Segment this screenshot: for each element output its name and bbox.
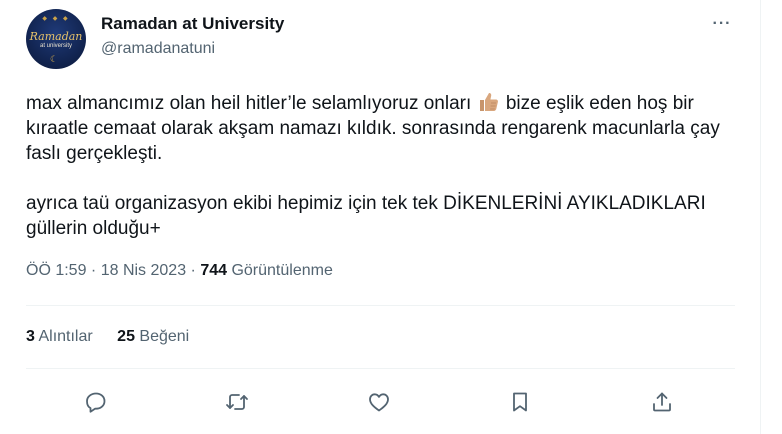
tweet-card: ◆ ◆ ◆ Ramadan at university ☾ Ramadan at… <box>0 0 761 434</box>
quotes-label: Alıntılar <box>34 328 93 345</box>
heart-icon <box>369 393 389 412</box>
tweet-paragraph-2: ayrıca taü organizasyon ekibi hepimiz iç… <box>26 193 706 239</box>
reply-button[interactable] <box>77 383 115 421</box>
crescent-icon: ☾ <box>50 54 59 64</box>
views-label: Görüntülenme <box>227 262 333 279</box>
tweet-line-1-start: max almancımız olan heil hitler’le selam… <box>26 93 477 114</box>
divider <box>26 368 735 369</box>
likes-label: Beğeni <box>134 328 190 345</box>
divider <box>26 305 735 306</box>
avatar-subtitle: at university <box>39 43 72 49</box>
action-bar <box>0 383 760 421</box>
author-name[interactable]: Ramadan at University <box>101 14 284 34</box>
like-button[interactable] <box>360 383 398 421</box>
tweet-time[interactable]: ÖÖ 1:59 <box>26 262 86 279</box>
bookmark-icon <box>513 392 527 412</box>
quotes-count: 3 <box>26 328 35 345</box>
share-icon <box>653 392 671 412</box>
avatar-title: Ramadan <box>29 30 83 43</box>
meta-separator: · <box>86 262 101 279</box>
tweet-meta: ÖÖ 1:59 · 18 Nis 2023 · 744 Görüntülenme <box>26 262 333 280</box>
likes-count: 25 <box>117 328 135 345</box>
tweet-paragraph-1: max almancımız olan heil hitler’le selam… <box>26 90 746 166</box>
more-options-icon[interactable]: ··· <box>708 13 736 35</box>
retweet-icon <box>226 394 248 410</box>
retweet-button[interactable] <box>218 383 256 421</box>
views-count: 744 <box>200 262 228 279</box>
share-button[interactable] <box>643 383 681 421</box>
tweet-date[interactable]: 18 Nis 2023 <box>101 262 186 279</box>
bookmark-button[interactable] <box>501 383 539 421</box>
quotes-stat[interactable]: 3 Alıntılar <box>26 328 93 346</box>
author-handle[interactable]: @ramadanatuni <box>101 40 215 58</box>
likes-stat[interactable]: 25 Beğeni <box>117 328 189 346</box>
avatar[interactable]: ◆ ◆ ◆ Ramadan at university ☾ <box>26 9 86 69</box>
tweet-text: max almancımız olan heil hitler’le selam… <box>26 90 746 241</box>
meta-separator: · <box>186 262 201 279</box>
engagement-stats: 3 Alıntılar 25 Beğeni <box>26 328 209 346</box>
lantern-decoration: ◆ ◆ ◆ <box>42 16 70 22</box>
thumbs-up-icon <box>479 93 498 111</box>
reply-icon <box>86 392 106 413</box>
